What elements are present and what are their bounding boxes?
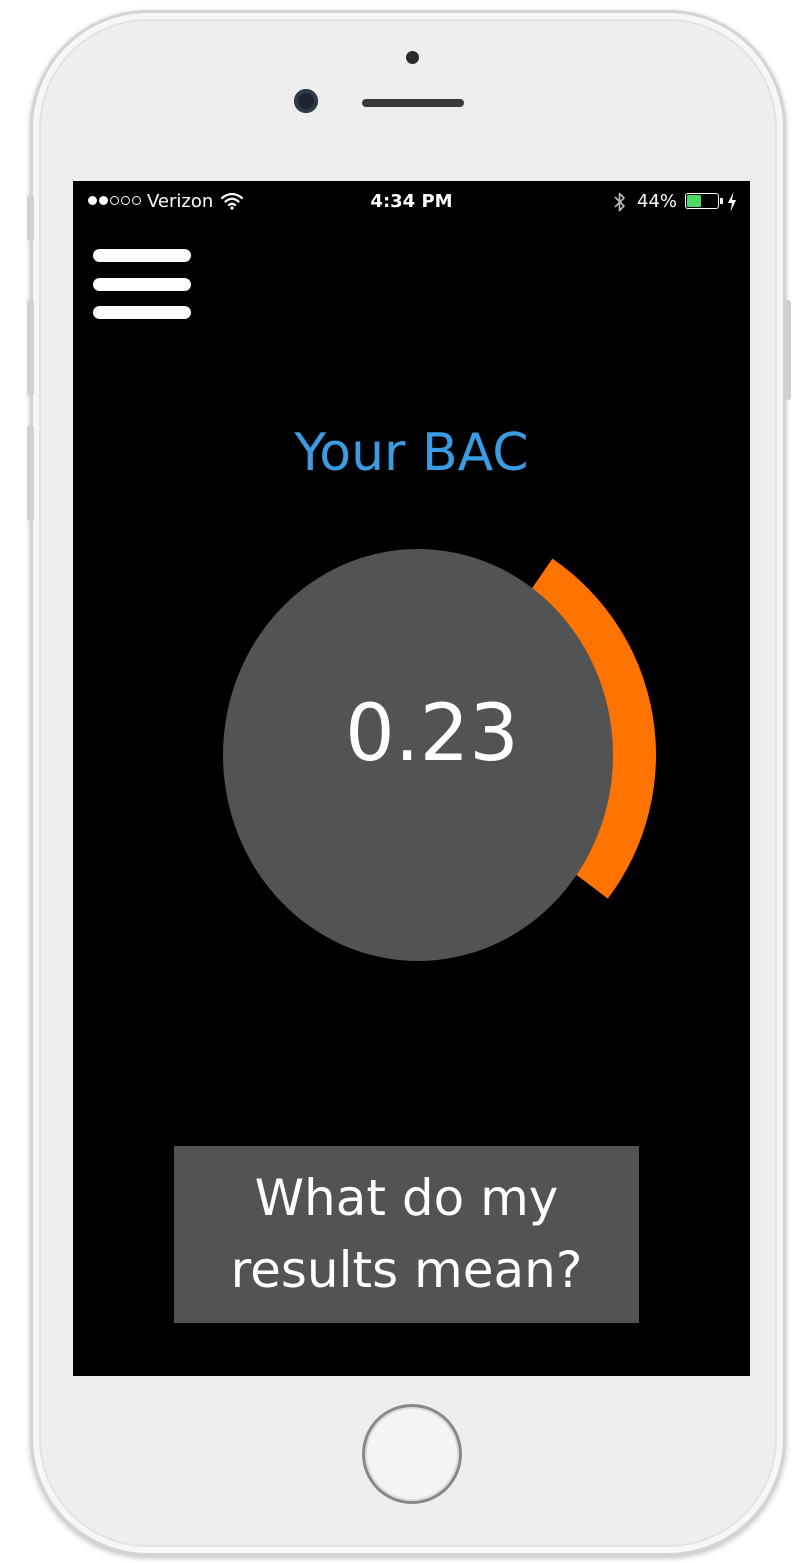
results-meaning-button[interactable]: What do my results mean? xyxy=(174,1146,639,1323)
results-button-label-line2: results mean? xyxy=(230,1241,583,1299)
volume-up-button xyxy=(27,300,34,396)
bluetooth-icon xyxy=(614,192,625,212)
menu-line xyxy=(93,249,191,262)
page-title: Your BAC xyxy=(294,423,529,483)
volume-down-button xyxy=(27,425,34,521)
status-bar: Verizon 4:34 PM 44% xyxy=(73,181,750,223)
power-button xyxy=(784,300,791,400)
battery-icon xyxy=(685,193,719,209)
battery-level-fill xyxy=(687,195,702,207)
bac-gauge: 0.23 xyxy=(213,541,673,1011)
mute-switch xyxy=(27,195,34,241)
proximity-sensor xyxy=(406,51,419,64)
results-button-label-line1: What do my xyxy=(254,1169,559,1227)
hamburger-menu-icon[interactable] xyxy=(93,249,191,321)
menu-line xyxy=(93,278,191,291)
home-button[interactable] xyxy=(362,1404,462,1504)
menu-line xyxy=(93,306,191,319)
charging-icon xyxy=(728,192,736,212)
app-screen: Verizon 4:34 PM 44% Your BAC 0.23 What d… xyxy=(73,181,750,1376)
battery-terminal xyxy=(720,198,723,204)
earpiece-speaker xyxy=(362,99,464,107)
battery-percentage: 44% xyxy=(637,191,678,212)
bac-value: 0.23 xyxy=(345,689,519,779)
front-camera xyxy=(294,89,318,113)
